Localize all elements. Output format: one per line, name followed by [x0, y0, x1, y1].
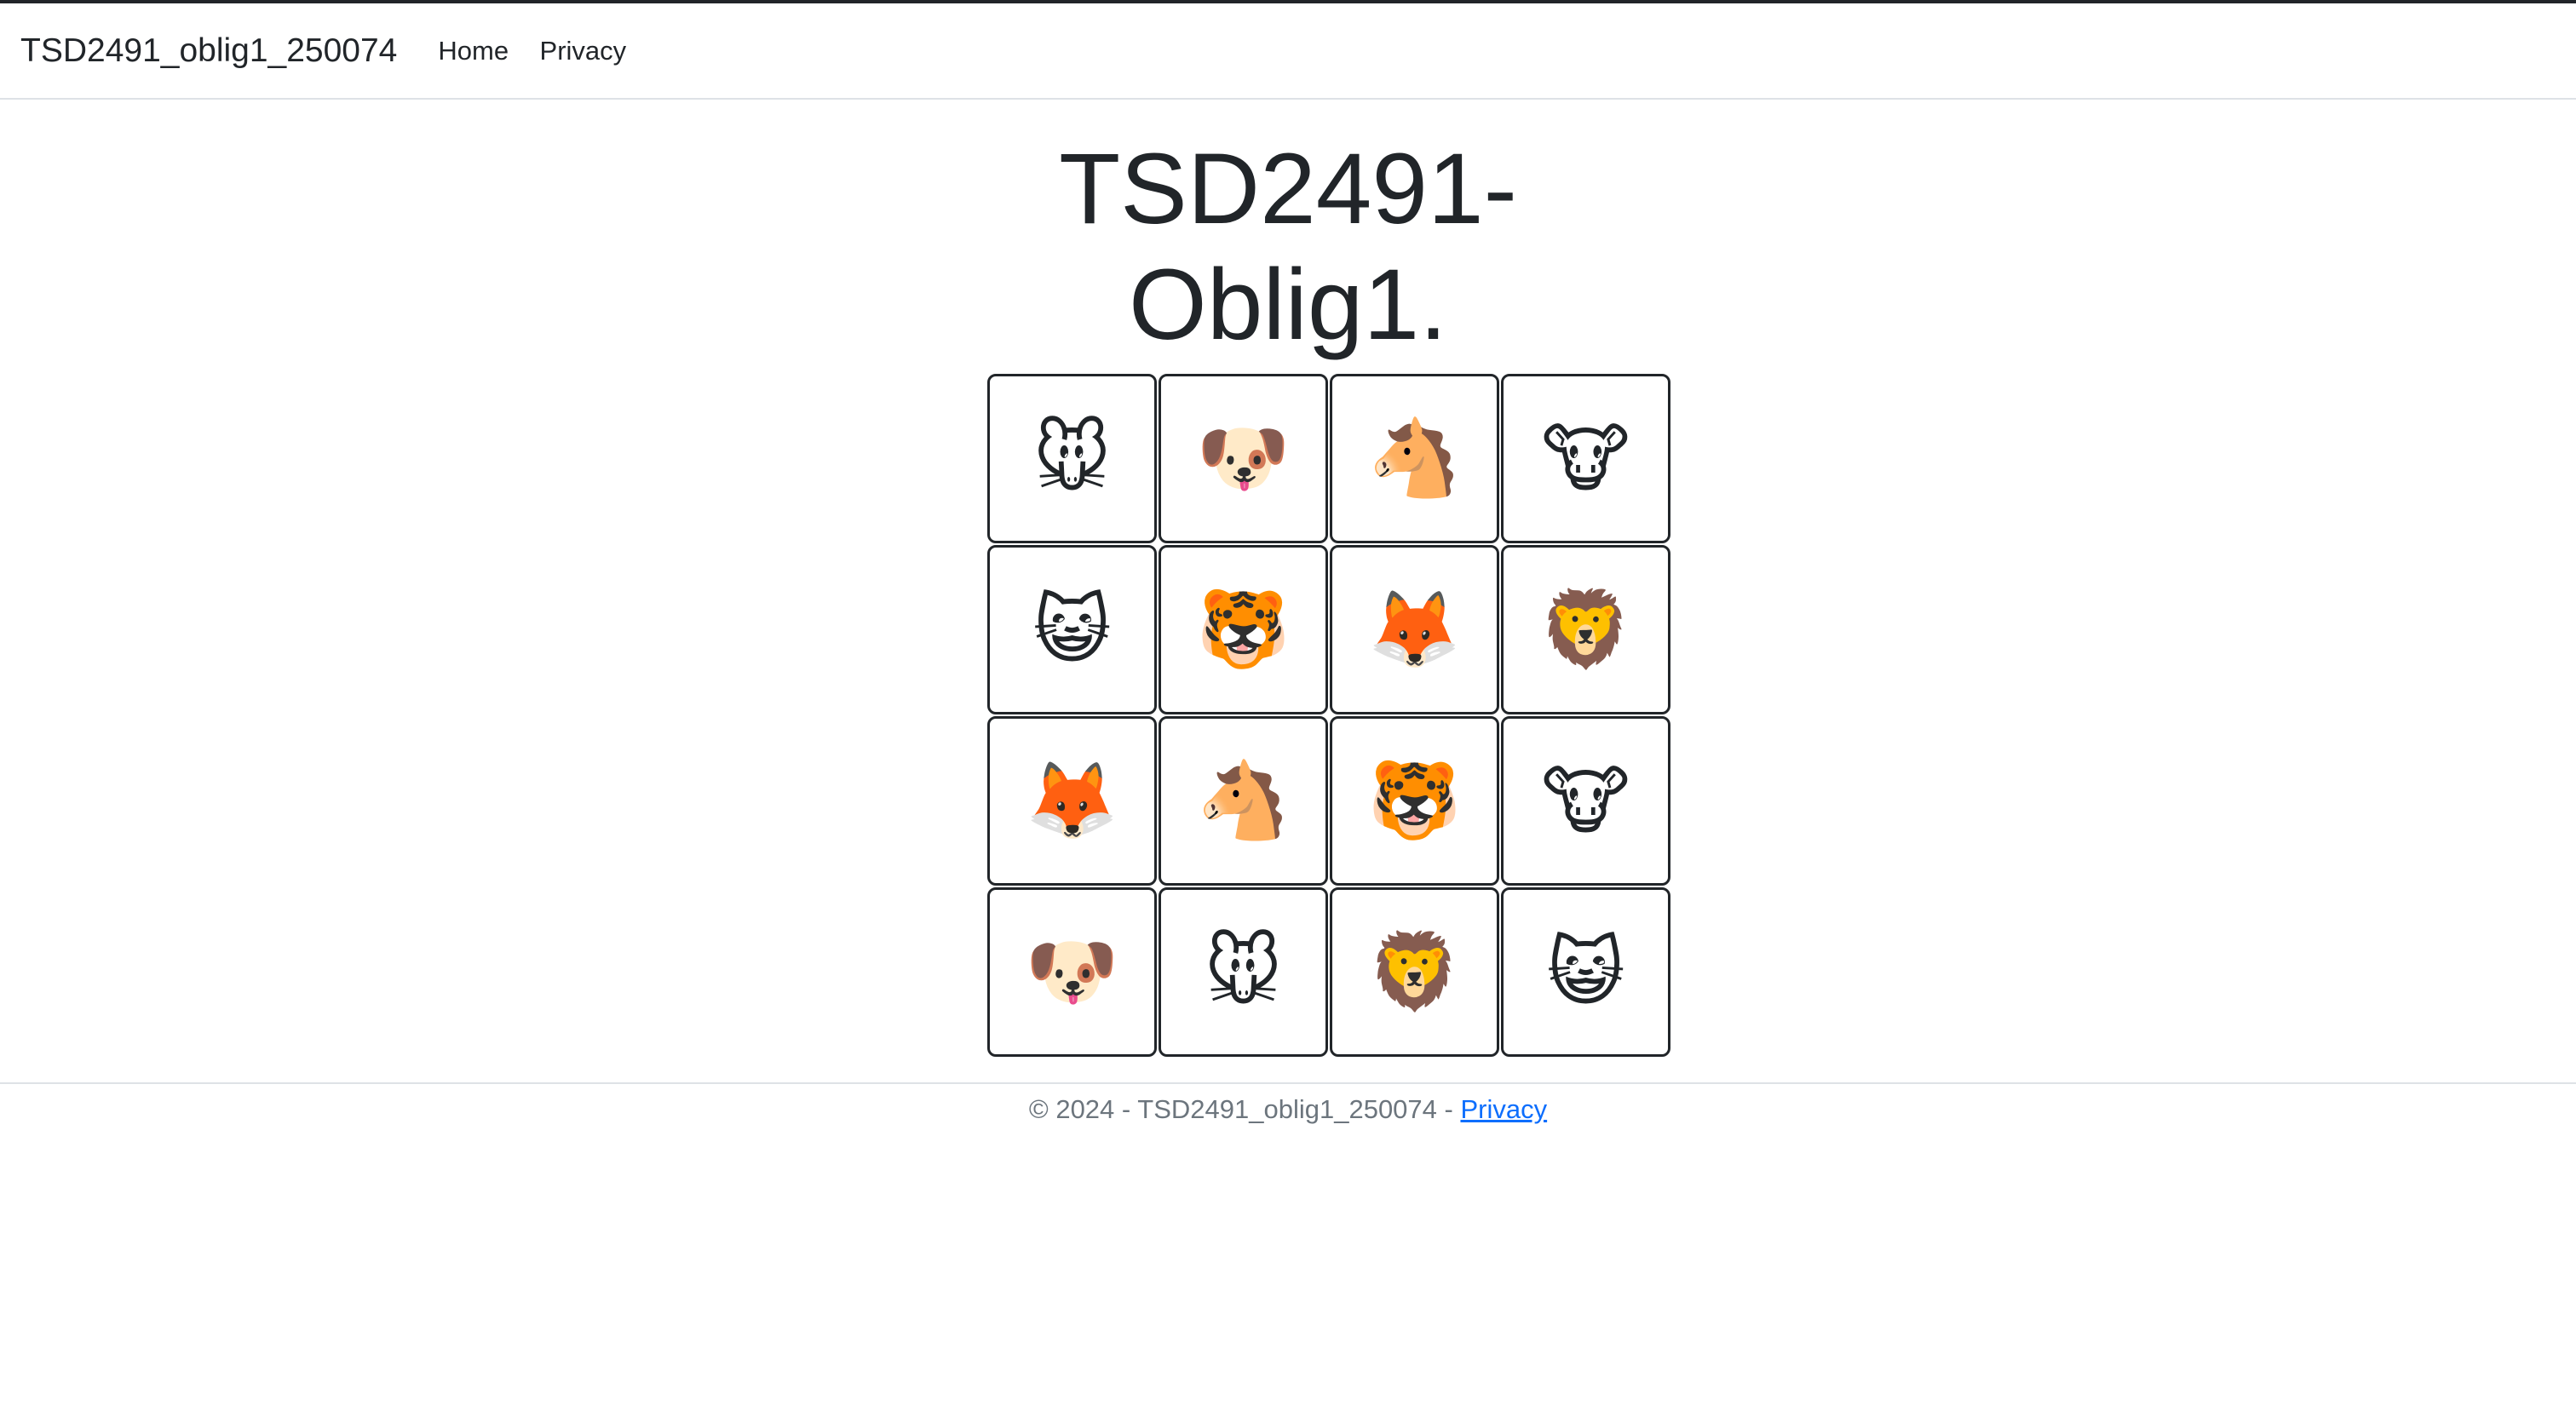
fox-face-icon: 🦊 [1025, 758, 1119, 842]
cat-face-icon: 😺 [1032, 588, 1112, 672]
brand-link[interactable]: TSD2491_oblig1_250074 [20, 32, 397, 70]
card-button[interactable]: 🐮 [1501, 374, 1670, 543]
navbar: TSD2491_oblig1_250074 Home Privacy [0, 3, 2576, 100]
card-button[interactable]: 🦁 [1501, 545, 1670, 714]
tiger-face-icon: 🐯 [1196, 587, 1291, 671]
cow-face-icon: 🐮 [1541, 416, 1630, 501]
fox-face-icon: 🦊 [1367, 587, 1462, 671]
mouse-face-icon: 🐭 [1204, 930, 1283, 1014]
card-button[interactable]: 🦊 [1330, 545, 1499, 714]
card-button[interactable]: 🐭 [1159, 887, 1328, 1057]
card-button[interactable]: 🦁 [1330, 887, 1499, 1057]
cow-face-icon: 🐮 [1541, 759, 1630, 843]
nav-links: Home Privacy [438, 36, 653, 66]
card-button[interactable]: 😺 [1501, 887, 1670, 1057]
horse-face-icon: 🐴 [1196, 758, 1291, 842]
card-button[interactable]: 🐮 [1501, 716, 1670, 886]
dog-face-icon: 🐶 [1196, 416, 1291, 500]
memory-card-grid: 🐭 🐶 🐴 🐮 😺 🐯 🦊 🦁 🦊 🐴 🐯 🐮 🐶 🐭 🦁 😺 [987, 374, 1670, 1057]
card-button[interactable]: 🦊 [987, 716, 1157, 886]
page-title-line1: TSD2491- [1059, 133, 1517, 245]
horse-face-icon: 🐴 [1367, 416, 1462, 500]
card-button[interactable]: 😺 [987, 545, 1157, 714]
lion-face-icon: 🦁 [1538, 587, 1633, 671]
footer-privacy-link[interactable]: Privacy [1460, 1094, 1547, 1124]
footer-text: © 2024 - TSD2491_oblig1_250074 - [1028, 1094, 1461, 1124]
card-button[interactable]: 🐯 [1159, 545, 1328, 714]
nav-privacy-link[interactable]: Privacy [540, 36, 627, 66]
card-button[interactable]: 🐶 [987, 887, 1157, 1057]
dog-face-icon: 🐶 [1025, 929, 1119, 1013]
card-button[interactable]: 🐴 [1330, 374, 1499, 543]
mouse-face-icon: 🐭 [1032, 416, 1112, 501]
nav-home-link[interactable]: Home [438, 36, 509, 66]
page-title: TSD2491- Oblig1. [0, 131, 2576, 363]
tiger-face-icon: 🐯 [1367, 758, 1462, 842]
page-title-line2: Oblig1. [1129, 249, 1447, 361]
cat-face-icon: 😺 [1546, 930, 1625, 1014]
card-button[interactable]: 🐯 [1330, 716, 1499, 886]
card-button[interactable]: 🐶 [1159, 374, 1328, 543]
lion-face-icon: 🦁 [1367, 929, 1462, 1013]
footer: © 2024 - TSD2491_oblig1_250074 - Privacy [0, 1082, 2576, 1128]
card-button[interactable]: 🐴 [1159, 716, 1328, 886]
card-button[interactable]: 🐭 [987, 374, 1157, 543]
